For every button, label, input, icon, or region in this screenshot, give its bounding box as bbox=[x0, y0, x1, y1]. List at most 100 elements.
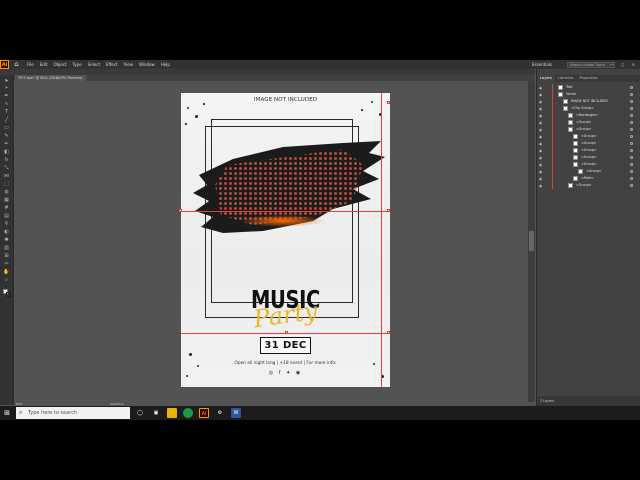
cortana-icon[interactable]: ▣ bbox=[151, 408, 161, 418]
layer-row[interactable]: ◉ IMAGE NOT INCLUDED bbox=[537, 98, 640, 105]
visibility-eye-icon[interactable]: ◉ bbox=[539, 114, 544, 118]
scale-tool-icon[interactable]: ⤡ bbox=[3, 166, 10, 171]
visibility-eye-icon[interactable]: ◉ bbox=[539, 149, 544, 153]
line-tool-icon[interactable]: ╱ bbox=[3, 118, 10, 123]
layer-target-icon[interactable] bbox=[630, 184, 633, 187]
chrome-icon[interactable] bbox=[183, 408, 193, 418]
stroke-swatch[interactable] bbox=[6, 292, 11, 297]
canvas-area[interactable]: IMAGE NOT INCLUDED MUSIC Party 31 DEC Op… bbox=[15, 81, 535, 402]
curvature-tool-icon[interactable]: ∿ bbox=[3, 102, 10, 107]
perspective-tool-icon[interactable]: ▦ bbox=[3, 198, 10, 203]
hand-tool-icon[interactable]: ✋ bbox=[3, 270, 10, 275]
layer-target-icon[interactable] bbox=[630, 86, 633, 89]
pen-tool-icon[interactable]: ✒ bbox=[3, 94, 10, 99]
rotate-tool-icon[interactable]: ↻ bbox=[3, 158, 10, 163]
menu-window[interactable]: Window bbox=[139, 60, 155, 69]
layer-target-icon[interactable] bbox=[630, 114, 633, 117]
free-transform-tool-icon[interactable]: ⬚ bbox=[3, 182, 10, 187]
selection-handle[interactable] bbox=[387, 209, 390, 212]
visibility-eye-icon[interactable]: ◉ bbox=[539, 170, 544, 174]
layer-target-icon[interactable] bbox=[630, 107, 633, 110]
eyedropper-tool-icon[interactable]: ⚲ bbox=[3, 222, 10, 227]
tab-properties[interactable]: Properties bbox=[576, 75, 600, 82]
selection-handle[interactable] bbox=[179, 209, 182, 212]
layer-row[interactable]: ◉ <Group> bbox=[537, 161, 640, 168]
blend-tool-icon[interactable]: ◐ bbox=[3, 230, 10, 235]
window-controls[interactable]: — ◻ ✕ bbox=[610, 60, 638, 69]
layer-target-icon[interactable] bbox=[630, 163, 633, 166]
gradient-tool-icon[interactable]: ▤ bbox=[3, 214, 10, 219]
visibility-eye-icon[interactable]: ◉ bbox=[539, 86, 544, 90]
menu-file[interactable]: File bbox=[27, 60, 34, 69]
tab-libraries[interactable]: Libraries bbox=[555, 75, 577, 82]
file-explorer-icon[interactable] bbox=[167, 408, 177, 418]
tab-layers[interactable]: Layers bbox=[537, 75, 555, 82]
layer-row[interactable]: ◉ <Path> bbox=[537, 175, 640, 182]
workspace-switcher[interactable]: Essentials bbox=[532, 60, 552, 69]
visibility-eye-icon[interactable]: ◉ bbox=[539, 177, 544, 181]
menu-view[interactable]: View bbox=[124, 60, 134, 69]
visibility-eye-icon[interactable]: ◉ bbox=[539, 128, 544, 132]
graph-tool-icon[interactable]: ▥ bbox=[3, 246, 10, 251]
taskbar-search[interactable]: ⌕ Type here to search bbox=[16, 407, 130, 419]
eraser-tool-icon[interactable]: ◧ bbox=[3, 150, 10, 155]
visibility-eye-icon[interactable]: ◉ bbox=[539, 121, 544, 125]
layer-target-icon[interactable] bbox=[630, 93, 633, 96]
visibility-eye-icon[interactable]: ◉ bbox=[539, 163, 544, 167]
start-button-icon[interactable]: ⊞ bbox=[3, 409, 11, 417]
selection-handle[interactable] bbox=[285, 331, 288, 334]
layer-target-icon[interactable] bbox=[630, 142, 633, 145]
visibility-eye-icon[interactable]: ◉ bbox=[539, 135, 544, 139]
layer-target-icon[interactable] bbox=[630, 128, 633, 131]
layer-row[interactable]: ◉ <Group> bbox=[537, 119, 640, 126]
scroll-thumb[interactable] bbox=[529, 231, 534, 251]
visibility-eye-icon[interactable]: ◉ bbox=[539, 107, 544, 111]
artboard-tool-icon[interactable]: ⊞ bbox=[3, 254, 10, 259]
width-tool-icon[interactable]: ⋈ bbox=[3, 174, 10, 179]
layer-row[interactable]: ◉ <Group> bbox=[537, 147, 640, 154]
task-view-icon[interactable]: ◯ bbox=[135, 408, 145, 418]
selection-handle[interactable] bbox=[387, 101, 390, 104]
settings-icon[interactable]: ⚙ bbox=[215, 408, 225, 418]
menu-select[interactable]: Select bbox=[88, 60, 100, 69]
mesh-tool-icon[interactable]: # bbox=[3, 206, 10, 211]
menu-edit[interactable]: Edit bbox=[40, 60, 48, 69]
menu-type[interactable]: Type bbox=[72, 60, 81, 69]
illustrator-taskbar-icon[interactable]: Ai bbox=[199, 408, 209, 418]
rectangle-tool-icon[interactable]: ▭ bbox=[3, 126, 10, 131]
visibility-eye-icon[interactable]: ◉ bbox=[539, 184, 544, 188]
zoom-tool-icon[interactable]: ⌕ bbox=[3, 278, 10, 283]
layer-target-icon[interactable] bbox=[630, 149, 633, 152]
visibility-eye-icon[interactable]: ◉ bbox=[539, 93, 544, 97]
home-icon[interactable]: ⌂ bbox=[12, 60, 21, 69]
layer-target-icon[interactable] bbox=[630, 135, 633, 138]
layer-row[interactable]: ◉ Vector bbox=[537, 91, 640, 98]
layer-row[interactable]: ◉ <Group> bbox=[537, 182, 640, 189]
menu-help[interactable]: Help bbox=[161, 60, 170, 69]
select-tool-icon[interactable]: ➤ bbox=[3, 79, 10, 84]
selection-handle[interactable] bbox=[387, 331, 390, 334]
menu-effect[interactable]: Effect bbox=[106, 60, 118, 69]
shape-builder-tool-icon[interactable]: ◍ bbox=[3, 190, 10, 195]
pencil-tool-icon[interactable]: ✏ bbox=[3, 142, 10, 147]
direct-select-tool-icon[interactable]: ➢ bbox=[3, 86, 10, 91]
layer-row[interactable]: ◉ <Group> bbox=[537, 126, 640, 133]
type-tool-icon[interactable]: T bbox=[3, 110, 10, 115]
layer-target-icon[interactable] bbox=[630, 100, 633, 103]
menu-object[interactable]: Object bbox=[53, 60, 66, 69]
vertical-scrollbar[interactable] bbox=[528, 81, 535, 402]
visibility-eye-icon[interactable]: ◉ bbox=[539, 100, 544, 104]
layer-row[interactable]: ◉ <Group> bbox=[537, 140, 640, 147]
layer-row[interactable]: ◉ <Rectangle> bbox=[537, 112, 640, 119]
layer-row[interactable]: ◉ Text bbox=[537, 84, 640, 91]
word-icon[interactable]: W bbox=[231, 408, 241, 418]
layer-row[interactable]: ◉ <Group> bbox=[537, 168, 640, 175]
visibility-eye-icon[interactable]: ◉ bbox=[539, 142, 544, 146]
layer-target-icon[interactable] bbox=[630, 121, 633, 124]
artboard[interactable]: IMAGE NOT INCLUDED MUSIC Party 31 DEC Op… bbox=[181, 93, 390, 387]
layer-target-icon[interactable] bbox=[630, 177, 633, 180]
paintbrush-tool-icon[interactable]: ✎ bbox=[3, 134, 10, 139]
layer-row[interactable]: ◉ <Clip Group> bbox=[537, 105, 640, 112]
layer-target-icon[interactable] bbox=[630, 170, 633, 173]
layer-row[interactable]: ◉ <Group> bbox=[537, 133, 640, 140]
